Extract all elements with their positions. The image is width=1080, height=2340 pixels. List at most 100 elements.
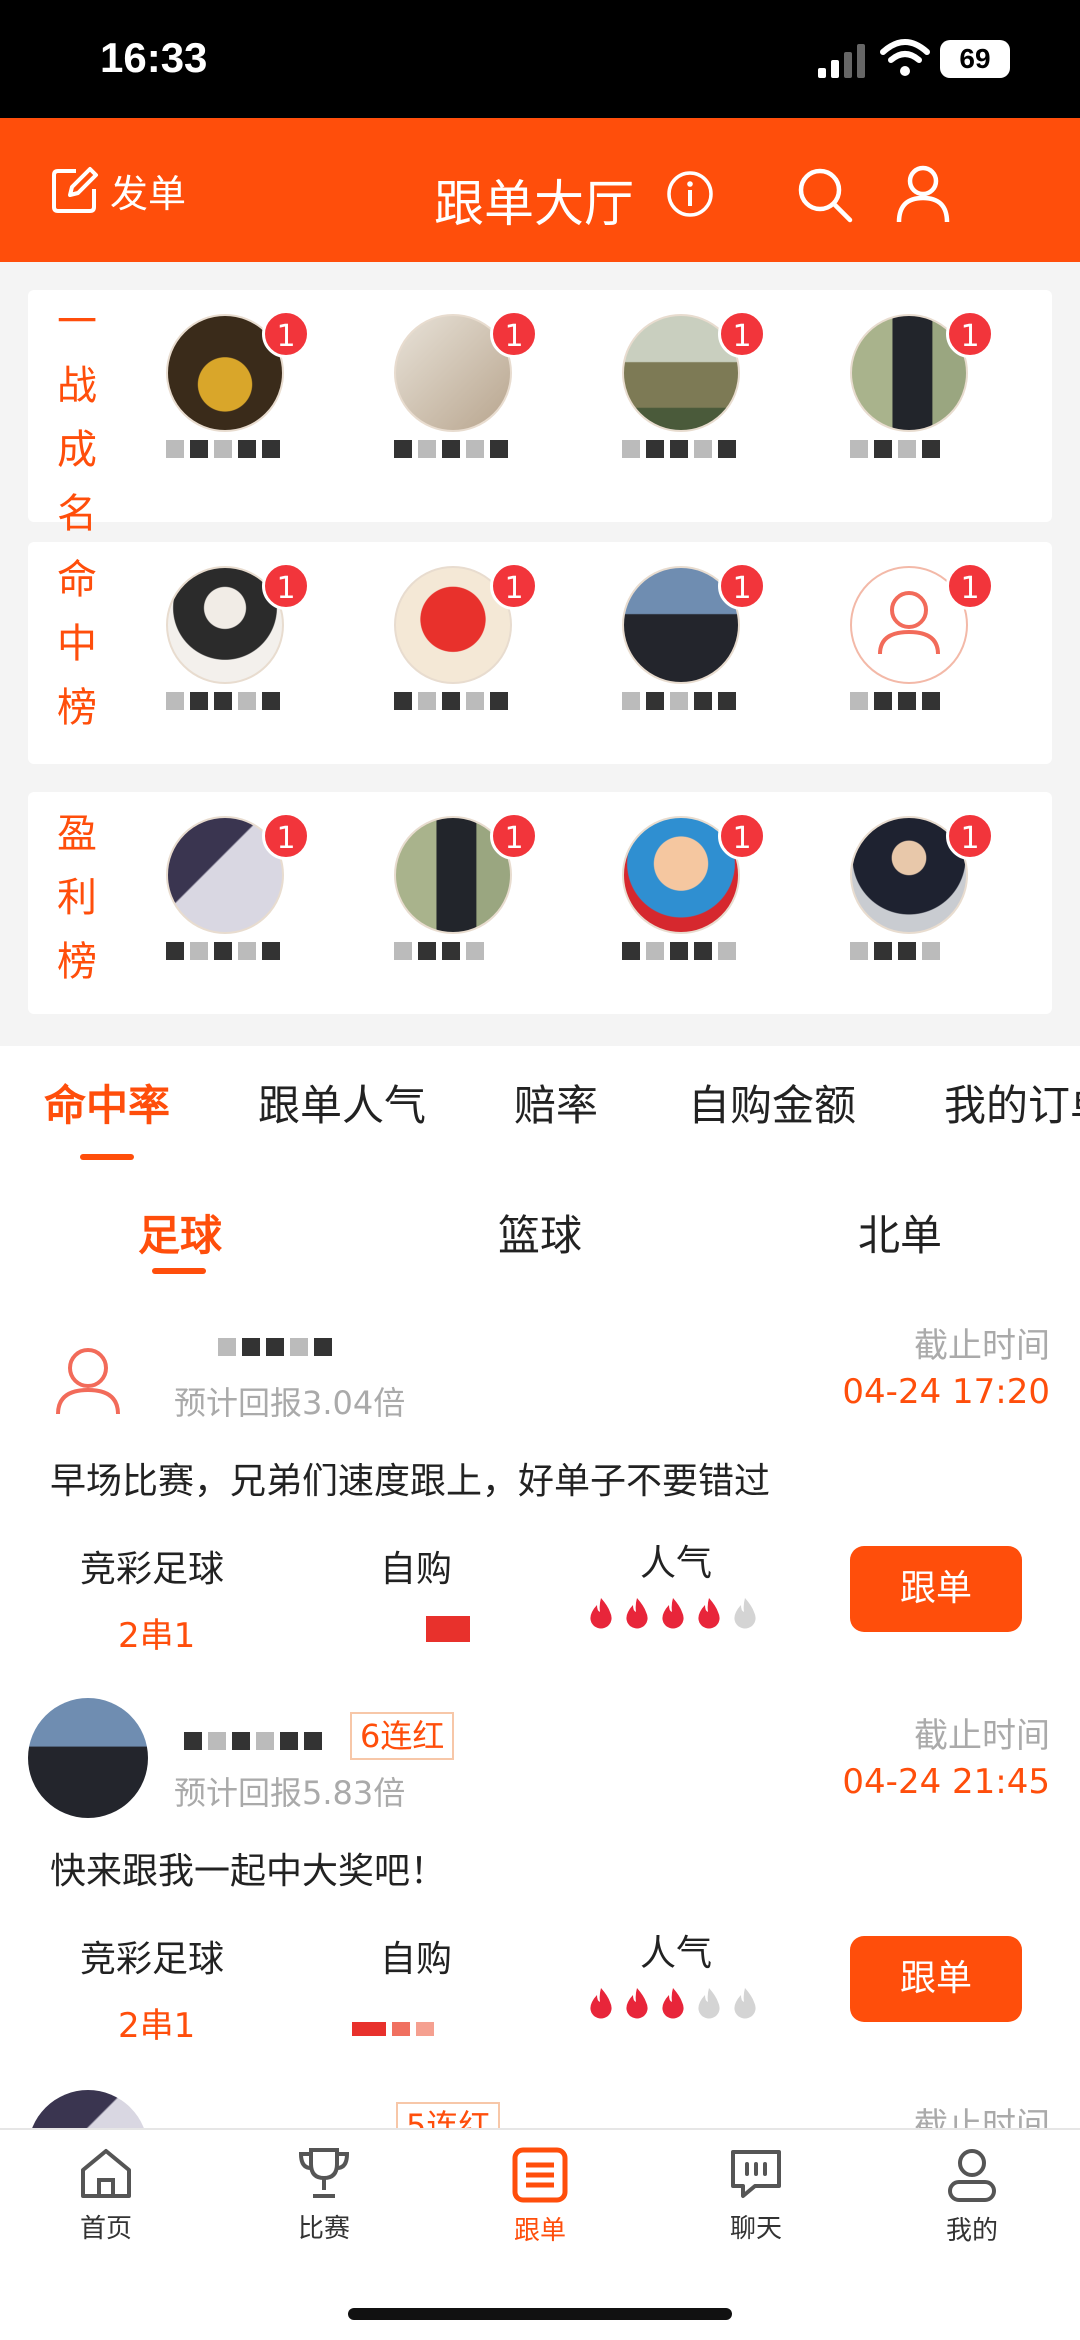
tab-hit-rate[interactable]: 命中率 (44, 1072, 170, 1133)
deadline-time: 04-24 21:45 (842, 1762, 1050, 1802)
ranked-user[interactable]: 1 (166, 310, 310, 458)
tab-basketball[interactable]: 篮球 (498, 1202, 582, 1263)
active-tab-indicator (80, 1154, 134, 1160)
rank-label-char: 中 (57, 621, 97, 667)
user-name-masked (394, 942, 524, 960)
rank-label-char: 命 (57, 557, 97, 603)
nav-matches-label: 比赛 (297, 2214, 350, 2244)
ranked-user[interactable]: 1 (850, 310, 994, 458)
rank-label: 一 战 成 名 (52, 290, 102, 546)
order-card[interactable]: 6连红 预计回报5.83倍 截止时间 04-24 21:45 快来跟我一起中大奖… (0, 1672, 1080, 2064)
lottery-type-value: 2串1 (118, 1616, 196, 1656)
user-name-masked (394, 440, 524, 458)
list-icon (512, 2147, 568, 2203)
popularity-flames (586, 1986, 760, 2020)
sport-tab-bar: 足球 篮球 北单 (0, 1176, 1080, 1298)
self-purchase-label: 自购 (380, 1549, 453, 1590)
info-icon[interactable] (666, 170, 714, 218)
user-name-masked (850, 440, 980, 458)
rank-label-char: 名 (57, 491, 97, 537)
nav-profile-label: 我的 (945, 2216, 998, 2246)
flame-icon (734, 1598, 756, 1629)
rank-label: 盈 利 榜 (52, 802, 102, 994)
chat-icon (731, 2150, 781, 2198)
flame-icon (590, 1598, 612, 1629)
nav-home[interactable]: 首页 (46, 2146, 166, 2245)
flame-icon (662, 1598, 684, 1629)
page-title-text: 跟单大厅 (434, 175, 634, 233)
notification-badge: 1 (490, 812, 538, 860)
rank-label-char: 战 (57, 363, 97, 409)
nav-profile[interactable]: 我的 (912, 2146, 1032, 2247)
self-purchase-value-masked (352, 2022, 434, 2036)
ranked-user[interactable]: 1 (850, 562, 994, 710)
user-icon[interactable] (894, 164, 952, 224)
deadline-label: 截止时间 (914, 1716, 1050, 1756)
nav-chat[interactable]: 聊天 (696, 2146, 816, 2245)
rank-label: 命 中 榜 (52, 548, 102, 740)
rank-label-char: 榜 (57, 685, 97, 731)
user-name-masked (622, 440, 752, 458)
expected-return: 预计回报5.83倍 (174, 1774, 406, 1812)
notification-badge: 1 (490, 310, 538, 358)
search-icon[interactable] (796, 166, 854, 224)
order-message: 快来跟我一起中大奖吧！ (50, 1851, 447, 1892)
nav-home-label: 首页 (79, 2214, 132, 2244)
flame-icon (626, 1598, 648, 1629)
avatar (28, 1698, 148, 1818)
flame-icon (590, 1988, 612, 2019)
notification-badge: 1 (262, 310, 310, 358)
notification-badge: 1 (262, 812, 310, 860)
ranked-user[interactable]: 1 (622, 310, 766, 458)
tab-beidan[interactable]: 北单 (858, 1202, 942, 1263)
home-icon (81, 2149, 131, 2198)
ranked-user[interactable]: 1 (394, 562, 538, 710)
ranked-user[interactable]: 1 (622, 812, 766, 960)
user-name-masked (850, 692, 980, 710)
user-name-masked (166, 440, 296, 458)
notification-badge: 1 (718, 562, 766, 610)
tab-football[interactable]: 足球 (138, 1202, 222, 1263)
user-name-masked (622, 942, 752, 960)
wifi-icon (880, 39, 930, 76)
tab-follow-popularity[interactable]: 跟单人气 (258, 1072, 426, 1133)
ranked-user[interactable]: 1 (622, 562, 766, 710)
self-purchase-label: 自购 (380, 1939, 453, 1980)
lottery-type-value: 2串1 (118, 2006, 196, 2046)
lottery-type-label: 竞彩足球 (80, 1939, 225, 1980)
active-sport-indicator (152, 1268, 206, 1274)
rank-label-char: 成 (57, 427, 97, 473)
ranked-user[interactable]: 1 (166, 812, 310, 960)
tab-self-purchase[interactable]: 自购金额 (688, 1072, 856, 1133)
ranked-user[interactable]: 1 (394, 812, 538, 960)
user-name-masked (184, 1732, 322, 1750)
app-header: 发单 跟单大厅 (0, 118, 1080, 262)
flame-icon (662, 1988, 684, 2019)
nav-follow[interactable]: 跟单 (480, 2146, 600, 2247)
status-bar: 16:33 69 (0, 0, 1080, 118)
flame-icon (626, 1988, 648, 2019)
follow-button[interactable]: 跟单 (850, 1546, 1022, 1632)
notification-badge: 1 (718, 812, 766, 860)
tab-my-orders[interactable]: 我的订单 (944, 1072, 1080, 1133)
notification-badge: 1 (946, 310, 994, 358)
nav-matches[interactable]: 比赛 (264, 2146, 384, 2245)
notification-badge: 1 (946, 562, 994, 610)
self-purchase-value-masked (404, 1616, 470, 1642)
rank-section-famous: 一 战 成 名 1 1 1 1 (28, 290, 1052, 537)
ranked-user[interactable]: 1 (394, 310, 538, 458)
ranked-user[interactable]: 1 (850, 812, 994, 960)
ranked-user[interactable]: 1 (166, 562, 310, 710)
rank-section-hit-rate: 命 中 榜 1 1 1 1 (28, 542, 1052, 764)
follow-button[interactable]: 跟单 (850, 1936, 1022, 2022)
flame-icon (698, 1598, 720, 1629)
order-card[interactable]: 预计回报3.04倍 截止时间 04-24 17:20 早场比赛，兄弟们速度跟上，… (0, 1298, 1080, 1674)
lottery-type-label: 竞彩足球 (80, 1549, 225, 1590)
user-name-masked (166, 942, 296, 960)
tab-odds[interactable]: 赔率 (514, 1072, 598, 1133)
notification-badge: 1 (262, 562, 310, 610)
rank-label-char: 榜 (57, 939, 97, 985)
battery-indicator: 69 (940, 40, 1010, 78)
streak-badge: 6连红 (350, 1712, 455, 1760)
default-avatar-icon (56, 1348, 120, 1415)
